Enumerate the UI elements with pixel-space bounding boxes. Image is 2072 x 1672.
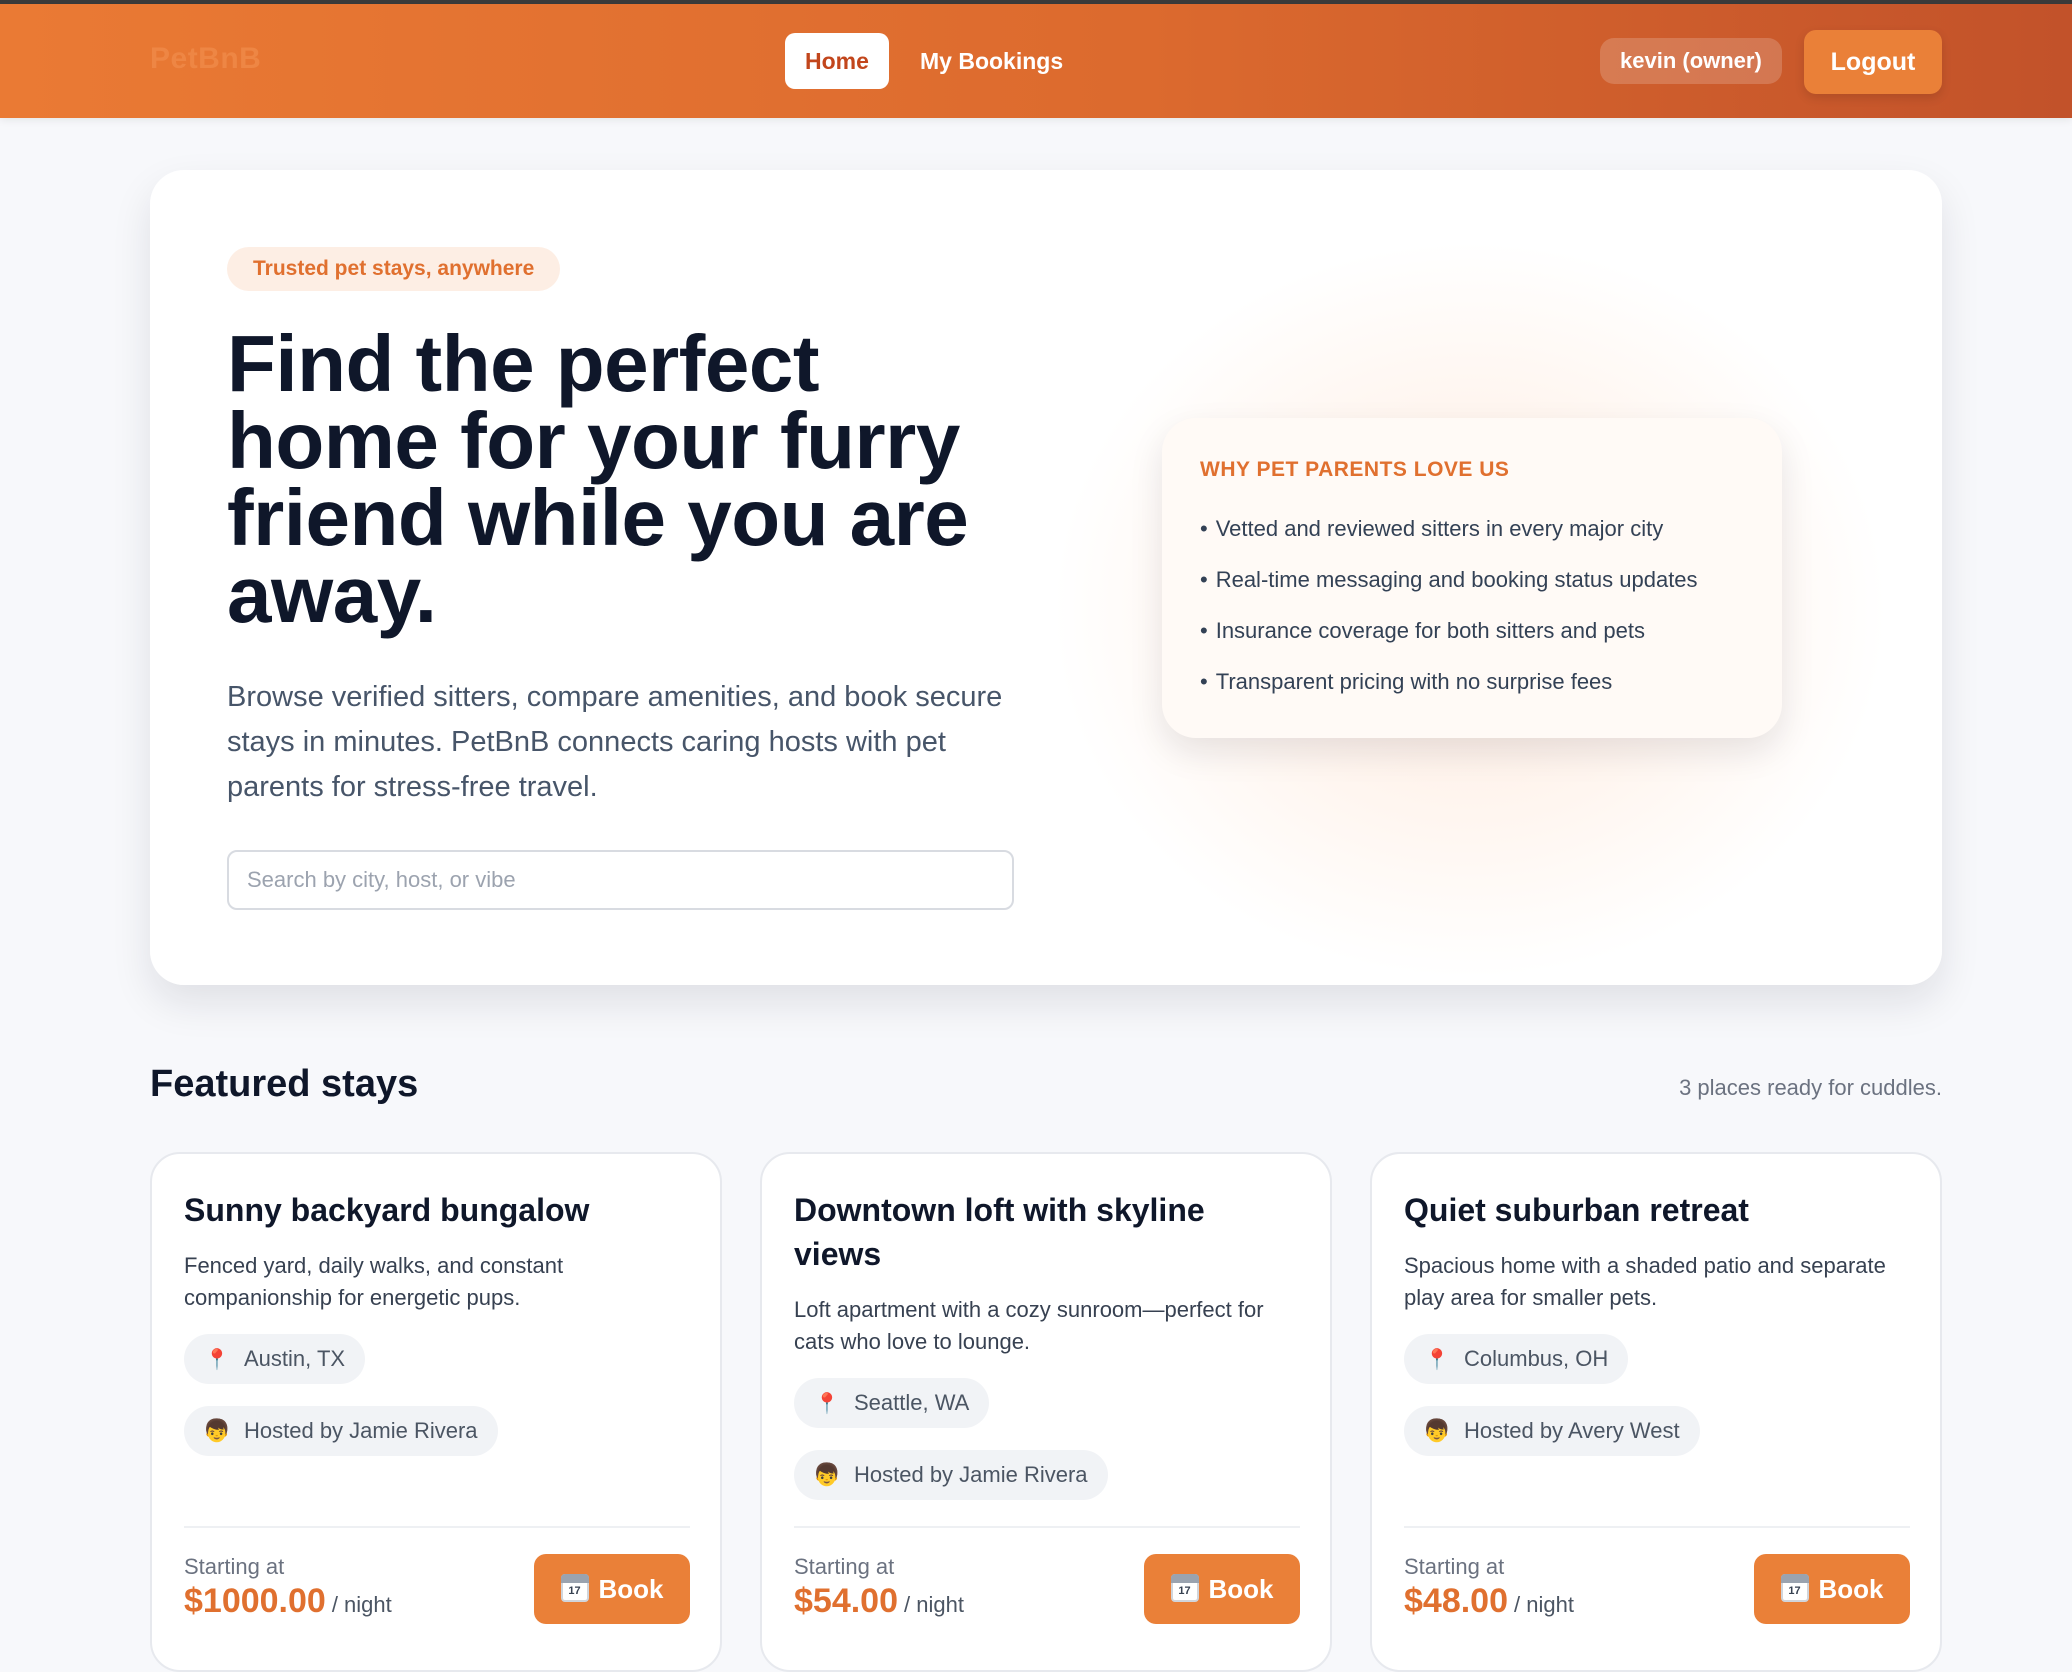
book-label: Book — [1818, 1574, 1884, 1604]
per-night-label: / night — [904, 1592, 964, 1617]
map-pin-icon: 📍 — [204, 1349, 230, 1371]
per-night-label: / night — [331, 1592, 392, 1617]
price-amount: $54.00 — [794, 1582, 898, 1620]
person-face-icon: 👦 — [813, 1462, 841, 1487]
location-text: Columbus, OH — [1464, 1346, 1609, 1371]
hero-panel: Trusted pet stays, anywhere Find the per… — [150, 170, 1942, 985]
location-text: Austin, TX — [244, 1346, 346, 1371]
benefit-text: Transparent pricing with no surprise fee… — [1215, 669, 1613, 694]
price-value: $54.00/ night — [794, 1582, 964, 1621]
stay-card: Downtown loft with skyline views Loft ap… — [760, 1152, 1332, 1672]
benefit-item: • Vetted and reviewed sitters in every ma… — [1200, 514, 1698, 565]
card-divider — [794, 1526, 1300, 1528]
host-chip: 👦 Hosted by Jamie Rivera — [794, 1450, 1108, 1500]
starting-at-label: Starting at — [1404, 1554, 1505, 1579]
stay-title[interactable]: Downtown loft with skyline views — [794, 1188, 1294, 1276]
stay-title[interactable]: Sunny backyard bungalow — [184, 1188, 684, 1232]
calendar-icon: 17 — [1170, 1574, 1199, 1602]
person-face-icon: 👦 — [1423, 1418, 1451, 1443]
hero-description: Browse verified sitters, compare ameniti… — [227, 681, 1003, 803]
featured-stays-count: 3 places ready for cuddles. — [1679, 1075, 1942, 1100]
calendar-icon: 17 — [560, 1574, 589, 1602]
book-button[interactable]: 17 Book — [1144, 1554, 1300, 1624]
bullet-icon: • — [1200, 516, 1208, 541]
stay-title[interactable]: Quiet suburban retreat — [1404, 1188, 1904, 1232]
starting-at-label: Starting at — [794, 1554, 895, 1579]
calendar-day-text: 17 — [1788, 1585, 1801, 1597]
map-pin-icon: 📍 — [814, 1393, 840, 1415]
stay-card: Quiet suburban retreat Spacious home wit… — [1370, 1152, 1942, 1672]
current-user-badge: kevin (owner) — [1600, 38, 1782, 84]
host-chip: 👦 Hosted by Avery West — [1404, 1406, 1700, 1456]
why-pet-parents-card: WHY PET PARENTS LOVE US • Vetted and revi… — [1162, 418, 1782, 738]
benefit-item: • Insurance coverage for both sitters and… — [1200, 616, 1698, 667]
stay-description: Loft apartment with a cozy sunroom—perfe… — [794, 1297, 1264, 1354]
calendar-icon: 17 — [1780, 1574, 1809, 1602]
benefit-text: Insurance coverage for both sitters and … — [1215, 618, 1645, 643]
person-face-icon: 👦 — [203, 1418, 231, 1443]
bullet-icon: • — [1200, 669, 1208, 694]
host-text: Hosted by Jamie Rivera — [244, 1418, 478, 1443]
host-text: Hosted by Avery West — [1464, 1418, 1680, 1443]
featured-stays-heading: Featured stays — [150, 1063, 419, 1105]
price-amount: $1000.00 — [184, 1582, 326, 1620]
location-text: Seattle, WA — [854, 1390, 970, 1415]
price-amount: $48.00 — [1404, 1582, 1508, 1620]
top-navigation-bar: PetBnB Home My Bookings kevin (owner) Lo… — [0, 4, 2072, 118]
location-chip: 📍 Columbus, OH — [1404, 1334, 1629, 1384]
bullet-icon: • — [1200, 567, 1208, 592]
stay-description: Spacious home with a shaded patio and se… — [1404, 1253, 1886, 1310]
search-input[interactable] — [227, 850, 1014, 910]
card-divider — [184, 1526, 690, 1528]
stay-description: Fenced yard, daily walks, and constant c… — [184, 1253, 564, 1310]
price-value: $1000.00/ night — [184, 1582, 392, 1621]
benefit-item: • Transparent pricing with no surprise fe… — [1200, 667, 1698, 718]
benefit-text: Vetted and reviewed sitters in every maj… — [1215, 516, 1664, 541]
map-pin-icon: 📍 — [1424, 1349, 1450, 1371]
location-chip: 📍 Seattle, WA — [794, 1378, 990, 1428]
calendar-day-text: 17 — [568, 1585, 581, 1597]
stay-card: Sunny backyard bungalow Fenced yard, dai… — [150, 1152, 722, 1672]
nav-my-bookings-link[interactable]: My Bookings — [900, 33, 1083, 89]
card-divider — [1404, 1526, 1910, 1528]
host-text: Hosted by Jamie Rivera — [854, 1462, 1088, 1487]
per-night-label: / night — [1514, 1592, 1574, 1617]
why-card-title: WHY PET PARENTS LOVE US — [1200, 458, 1510, 481]
hero-tagline-badge: Trusted pet stays, anywhere — [227, 247, 561, 291]
why-benefits-list: • Vetted and reviewed sitters in every ma… — [1200, 514, 1698, 718]
host-chip: 👦 Hosted by Jamie Rivera — [184, 1406, 498, 1456]
brand-logo[interactable]: PetBnB — [150, 42, 261, 76]
location-chip: 📍 Austin, TX — [184, 1334, 366, 1384]
starting-at-label: Starting at — [184, 1554, 285, 1579]
calendar-day-text: 17 — [1178, 1585, 1191, 1597]
benefit-item: • Real-time messaging and booking status … — [1200, 565, 1698, 616]
nav-home-link[interactable]: Home — [785, 33, 889, 89]
hero-heading: Find the perfect home for your furry fri… — [227, 319, 969, 639]
benefit-text: Real-time messaging and booking status u… — [1215, 567, 1698, 592]
bullet-icon: • — [1200, 618, 1208, 643]
book-button[interactable]: 17 Book — [1754, 1554, 1910, 1624]
book-button[interactable]: 17 Book — [534, 1554, 690, 1624]
book-label: Book — [1208, 1574, 1274, 1604]
logout-button[interactable]: Logout — [1804, 30, 1942, 94]
price-value: $48.00/ night — [1404, 1582, 1574, 1621]
book-label: Book — [598, 1574, 664, 1604]
